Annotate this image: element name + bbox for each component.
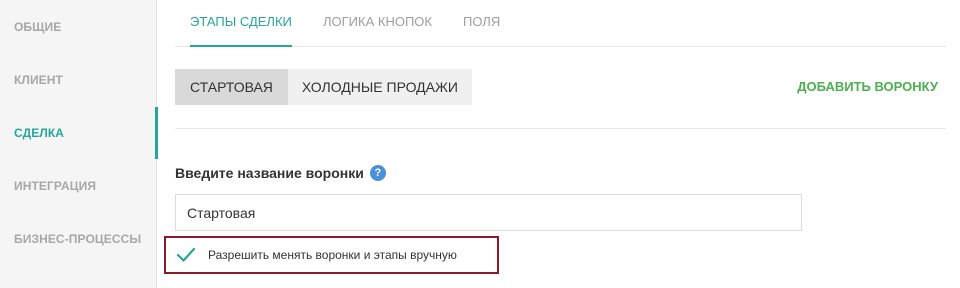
funnel-name-label-text: Введите название воронки xyxy=(175,165,364,181)
sidebar-item-label: ОБЩИЕ xyxy=(14,20,62,34)
section-divider xyxy=(175,128,946,129)
deal-settings-tabs: ЭТАПЫ СДЕЛКИ ЛОГИКА КНОПОК ПОЛЯ xyxy=(175,0,946,47)
funnel-tab-starting[interactable]: СТАРТОВАЯ xyxy=(175,69,288,105)
sidebar-item-label: ИНТЕГРАЦИЯ xyxy=(14,179,97,193)
sidebar-item-business-processes[interactable]: БИЗНЕС-ПРОЦЕССЫ xyxy=(0,213,157,265)
checkbox-label: Разрешить менять воронки и этапы вручную xyxy=(208,248,457,262)
tab-deal-stages[interactable]: ЭТАПЫ СДЕЛКИ xyxy=(190,0,292,47)
sidebar-item-label: СДЕЛКА xyxy=(14,126,65,140)
sidebar-item-integration[interactable]: ИНТЕГРАЦИЯ xyxy=(0,160,157,212)
sidebar-item-label: КЛИЕНТ xyxy=(14,73,63,87)
allow-manual-change-checkbox[interactable]: Разрешить менять воронки и этапы вручную xyxy=(164,236,499,274)
tab-fields[interactable]: ПОЛЯ xyxy=(463,0,500,46)
sidebar-item-general[interactable]: ОБЩИЕ xyxy=(0,1,157,53)
sidebar-item-deal[interactable]: СДЕЛКА xyxy=(0,107,158,159)
tab-button-logic[interactable]: ЛОГИКА КНОПОК xyxy=(323,0,432,46)
settings-sidebar: ОБЩИЕ КЛИЕНТ СДЕЛКА ИНТЕГРАЦИЯ БИЗНЕС-ПР… xyxy=(0,0,158,288)
funnel-tabs: СТАРТОВАЯ ХОЛОДНЫЕ ПРОДАЖИ xyxy=(175,69,472,105)
funnel-name-input[interactable] xyxy=(175,194,802,231)
sidebar-item-client[interactable]: КЛИЕНТ xyxy=(0,54,157,106)
sidebar-item-label: БИЗНЕС-ПРОЦЕССЫ xyxy=(14,232,142,246)
question-circle-icon[interactable]: ? xyxy=(369,165,386,181)
add-funnel-button[interactable]: ДОБАВИТЬ ВОРОНКУ xyxy=(797,79,938,94)
funnel-tab-cold-sales[interactable]: ХОЛОДНЫЕ ПРОДАЖИ xyxy=(287,69,472,105)
funnel-name-label: Введите название воронки ? xyxy=(175,165,386,181)
checkmark-icon xyxy=(176,247,196,262)
